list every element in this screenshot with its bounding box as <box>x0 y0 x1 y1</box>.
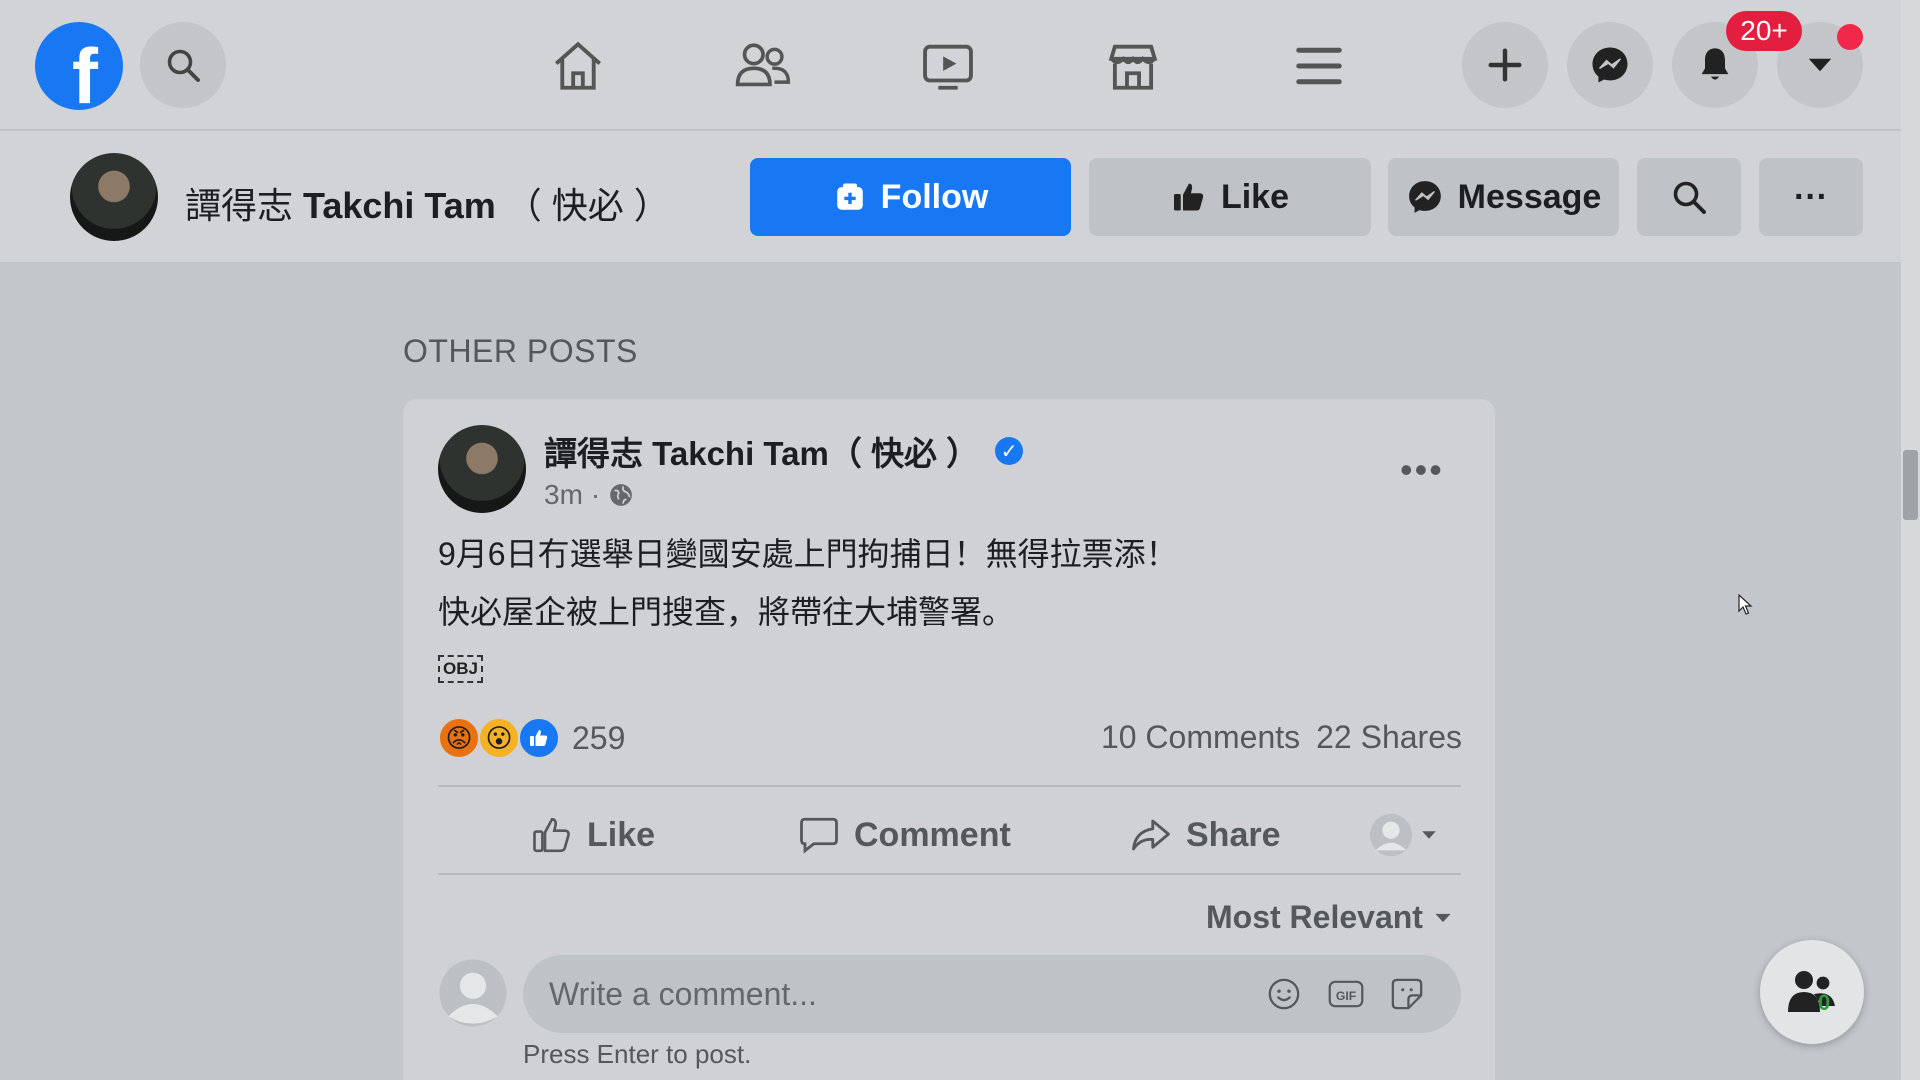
marketplace-icon <box>1108 44 1158 90</box>
sticker-icon <box>1391 978 1423 1010</box>
post-author-name[interactable]: 譚得志 Takchi Tam（ 快必 ） <box>544 427 979 475</box>
more-dots-icon: ··· <box>1794 177 1828 216</box>
follow-icon <box>836 183 863 210</box>
post-as-selector[interactable] <box>1368 805 1438 865</box>
comment-input[interactable] <box>549 971 1249 1017</box>
search-button[interactable] <box>140 22 226 108</box>
bell-icon <box>1701 48 1729 80</box>
gif-button[interactable]: GIF <box>1326 975 1366 1013</box>
post-options-button[interactable]: ••• <box>1400 449 1444 491</box>
page-avatar[interactable] <box>70 153 158 241</box>
like-page-label: Like <box>1220 177 1290 216</box>
shares-count[interactable]: 22 Shares <box>1316 719 1462 756</box>
messenger-icon <box>1408 181 1441 213</box>
watch-icon <box>923 44 973 90</box>
post-author[interactable]: 譚得志 Takchi Tam（ 快必 ） ✓ <box>544 427 1024 475</box>
search-icon <box>167 49 200 82</box>
scrollbar-thumb[interactable] <box>1903 450 1918 520</box>
message-button[interactable]: Message <box>1388 158 1619 236</box>
contacts-float-button[interactable] <box>1760 940 1864 1044</box>
like-page-button[interactable]: Like <box>1089 158 1371 236</box>
notification-badge: 20+ <box>1726 11 1802 51</box>
page-more-button[interactable]: ··· <box>1759 158 1863 236</box>
search-icon <box>1673 181 1706 214</box>
reactions-summary[interactable]: 😡 😮 259 <box>438 717 625 759</box>
post-author-avatar[interactable] <box>438 425 526 513</box>
post-comment-label: Comment <box>854 815 1011 854</box>
facebook-logo[interactable]: f <box>35 22 123 110</box>
page-name: 譚得志 Takchi Tam （ 快必 ） <box>185 177 670 229</box>
angry-reaction-icon: 😡 <box>438 717 480 759</box>
comment-sort-button[interactable]: Most Relevant <box>1206 899 1453 936</box>
sticker-button[interactable] <box>1388 975 1426 1013</box>
emoji-button[interactable] <box>1265 975 1303 1013</box>
contacts-count: 0 <box>1818 990 1831 1015</box>
status-dot <box>1837 24 1863 50</box>
mouse-cursor-icon <box>1738 593 1754 622</box>
create-button[interactable] <box>1462 22 1548 108</box>
post-share-label: Share <box>1186 815 1281 854</box>
post-like-label: Like <box>587 815 656 854</box>
nav-friends[interactable] <box>733 36 793 96</box>
scrollbar-track[interactable] <box>1901 0 1920 1080</box>
verified-icon: ✓ <box>995 437 1024 465</box>
commenter-avatar[interactable] <box>438 958 508 1028</box>
share-icon <box>1132 819 1170 851</box>
page-name-cjk: 譚得志 <box>185 185 294 226</box>
page-search-button[interactable] <box>1637 158 1741 236</box>
top-navigation: f 20+ <box>0 0 1901 130</box>
comments-count[interactable]: 10 Comments <box>1101 719 1300 756</box>
post-share-button[interactable]: Share <box>1130 805 1281 865</box>
follow-button[interactable]: Follow <box>750 158 1071 236</box>
post-stats: 10 Comments 22 Shares <box>1101 719 1462 756</box>
menu-icon <box>1296 47 1342 85</box>
contacts-icon <box>1788 971 1835 1012</box>
like-icon <box>533 817 570 853</box>
page-header: 譚得志 Takchi Tam （ 快必 ） Follow Like Messag… <box>0 131 1901 263</box>
home-icon <box>554 41 602 90</box>
user-avatar-icon <box>1369 813 1413 857</box>
page-name-suffix: （ 快必 ） <box>505 185 670 226</box>
messenger-button[interactable] <box>1567 22 1653 108</box>
post-meta: 3m · <box>544 479 634 511</box>
caret-down-icon <box>1435 913 1451 922</box>
follow-label: Follow <box>880 177 989 216</box>
post-like-button[interactable]: Like <box>531 805 655 865</box>
reaction-count[interactable]: 259 <box>572 720 625 757</box>
obj-placeholder: OBJ <box>438 655 483 683</box>
post-card: 譚得志 Takchi Tam（ 快必 ） ✓ 3m · ••• 9月6日冇選舉日… <box>403 399 1495 1080</box>
comment-sort-label: Most Relevant <box>1206 899 1423 935</box>
comment-icon <box>800 817 838 854</box>
emoji-icon <box>1268 978 1300 1010</box>
comment-hint: Press Enter to post. <box>523 1039 752 1069</box>
caret-down-icon <box>1808 58 1832 72</box>
wow-reaction-icon: 😮 <box>478 717 520 759</box>
comment-box: GIF <box>523 955 1461 1033</box>
like-icon <box>1173 183 1204 211</box>
post-text-line: 快必屋企被上門搜查，將帶往大埔警署。 <box>438 594 1015 630</box>
like-reaction-icon <box>518 717 560 759</box>
nav-home[interactable] <box>548 36 608 96</box>
divider <box>438 873 1461 875</box>
page-name-latin: Takchi Tam <box>303 185 496 226</box>
gif-icon: GIF <box>1328 980 1364 1008</box>
divider <box>438 785 1461 787</box>
nav-watch[interactable] <box>918 36 978 96</box>
message-label: Message <box>1457 177 1602 216</box>
messenger-icon <box>1592 47 1628 83</box>
post-time[interactable]: 3m <box>544 479 583 511</box>
nav-marketplace[interactable] <box>1103 36 1163 96</box>
plus-icon <box>1488 48 1522 82</box>
svg-text:GIF: GIF <box>1336 989 1356 1003</box>
friends-icon <box>735 43 791 87</box>
nav-menu[interactable] <box>1289 36 1349 96</box>
post-comment-button[interactable]: Comment <box>798 805 1011 865</box>
caret-down-icon <box>1422 831 1436 839</box>
post-text-line: 9月6日冇選舉日變國安處上門拘捕日！無得拉票添！ <box>438 536 1178 572</box>
section-title: OTHER POSTS <box>403 333 638 369</box>
globe-icon <box>610 484 633 506</box>
